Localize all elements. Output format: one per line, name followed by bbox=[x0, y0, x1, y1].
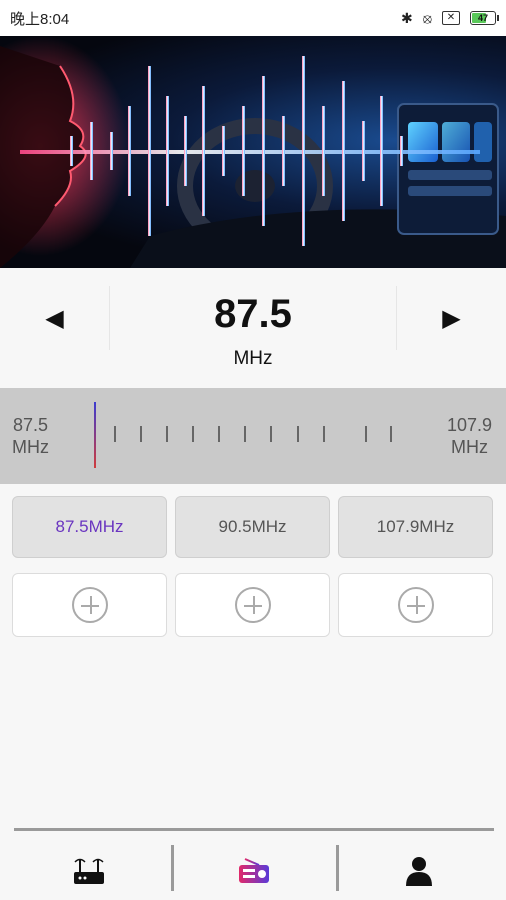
tuner-max-unit: MHz bbox=[450, 437, 488, 457]
triangle-right-icon: ▶ bbox=[442, 304, 461, 332]
tuner-tick bbox=[166, 426, 168, 442]
add-circle-icon bbox=[71, 587, 108, 623]
status-time: 晚上8:04 bbox=[10, 10, 70, 28]
router-icon bbox=[74, 858, 104, 884]
tuner-tick bbox=[270, 426, 272, 442]
tuner-min-value: 87.5 bbox=[12, 415, 49, 435]
sim-off-icon: ✕ bbox=[442, 11, 460, 25]
add-preset-button-3[interactable] bbox=[338, 573, 493, 637]
battery-level: 47 bbox=[477, 13, 488, 23]
tuner-tick bbox=[140, 426, 142, 442]
status-bar: 晚上8:04 ✱ ⦻ ✕ 47 bbox=[0, 0, 506, 36]
tuner-max-value: 107.9 bbox=[446, 415, 492, 435]
nav-radio[interactable] bbox=[179, 843, 329, 899]
nav-divider bbox=[336, 845, 339, 891]
nav-router[interactable] bbox=[14, 843, 164, 899]
frequency-unit: MHz bbox=[233, 348, 273, 369]
bottom-navigation bbox=[14, 828, 494, 900]
user-icon bbox=[406, 857, 432, 886]
add-preset-button-1[interactable] bbox=[12, 573, 167, 637]
tuner-scale[interactable]: 87.5 MHz 107.9 MHz bbox=[0, 388, 506, 484]
battery-icon: 47 bbox=[470, 11, 499, 25]
tuner-tick bbox=[192, 426, 194, 442]
tuner-tick bbox=[114, 426, 116, 442]
tuner-tick bbox=[323, 426, 325, 442]
next-frequency-button[interactable]: ▶ bbox=[396, 286, 506, 350]
status-icons: ✱ ⦻ ✕ 47 bbox=[401, 9, 499, 27]
preset-button-3[interactable]: 107.9MHz bbox=[338, 496, 493, 558]
tuner-tick bbox=[365, 426, 367, 442]
tuner-max-label: 107.9 MHz bbox=[447, 414, 492, 458]
tuner-tick bbox=[244, 426, 246, 442]
vibrate-off-icon: ⦻ bbox=[422, 9, 432, 26]
tuner-min-label: 87.5 MHz bbox=[12, 414, 49, 458]
add-circle-icon bbox=[234, 587, 271, 623]
tuner-tick bbox=[297, 426, 299, 442]
frequency-panel: ◀ 87.5 MHz ▶ bbox=[0, 268, 506, 388]
bluetooth-icon: ✱ bbox=[401, 9, 413, 26]
banner-image bbox=[0, 36, 506, 268]
prev-frequency-button[interactable]: ◀ bbox=[0, 286, 110, 350]
current-frequency: 87.5 bbox=[214, 292, 292, 336]
tuner-needle[interactable] bbox=[94, 402, 96, 468]
tuner-tick bbox=[218, 426, 220, 442]
radio-icon bbox=[239, 858, 269, 883]
nav-profile[interactable] bbox=[344, 843, 494, 899]
triangle-left-icon: ◀ bbox=[45, 304, 64, 332]
preset-button-1[interactable]: 87.5MHz bbox=[12, 496, 167, 558]
tuner-min-unit: MHz bbox=[12, 437, 49, 457]
preset-button-2[interactable]: 90.5MHz bbox=[175, 496, 330, 558]
add-circle-icon bbox=[397, 587, 434, 623]
tuner-tick bbox=[390, 426, 392, 442]
add-preset-button-2[interactable] bbox=[175, 573, 330, 637]
nav-divider bbox=[171, 845, 174, 891]
